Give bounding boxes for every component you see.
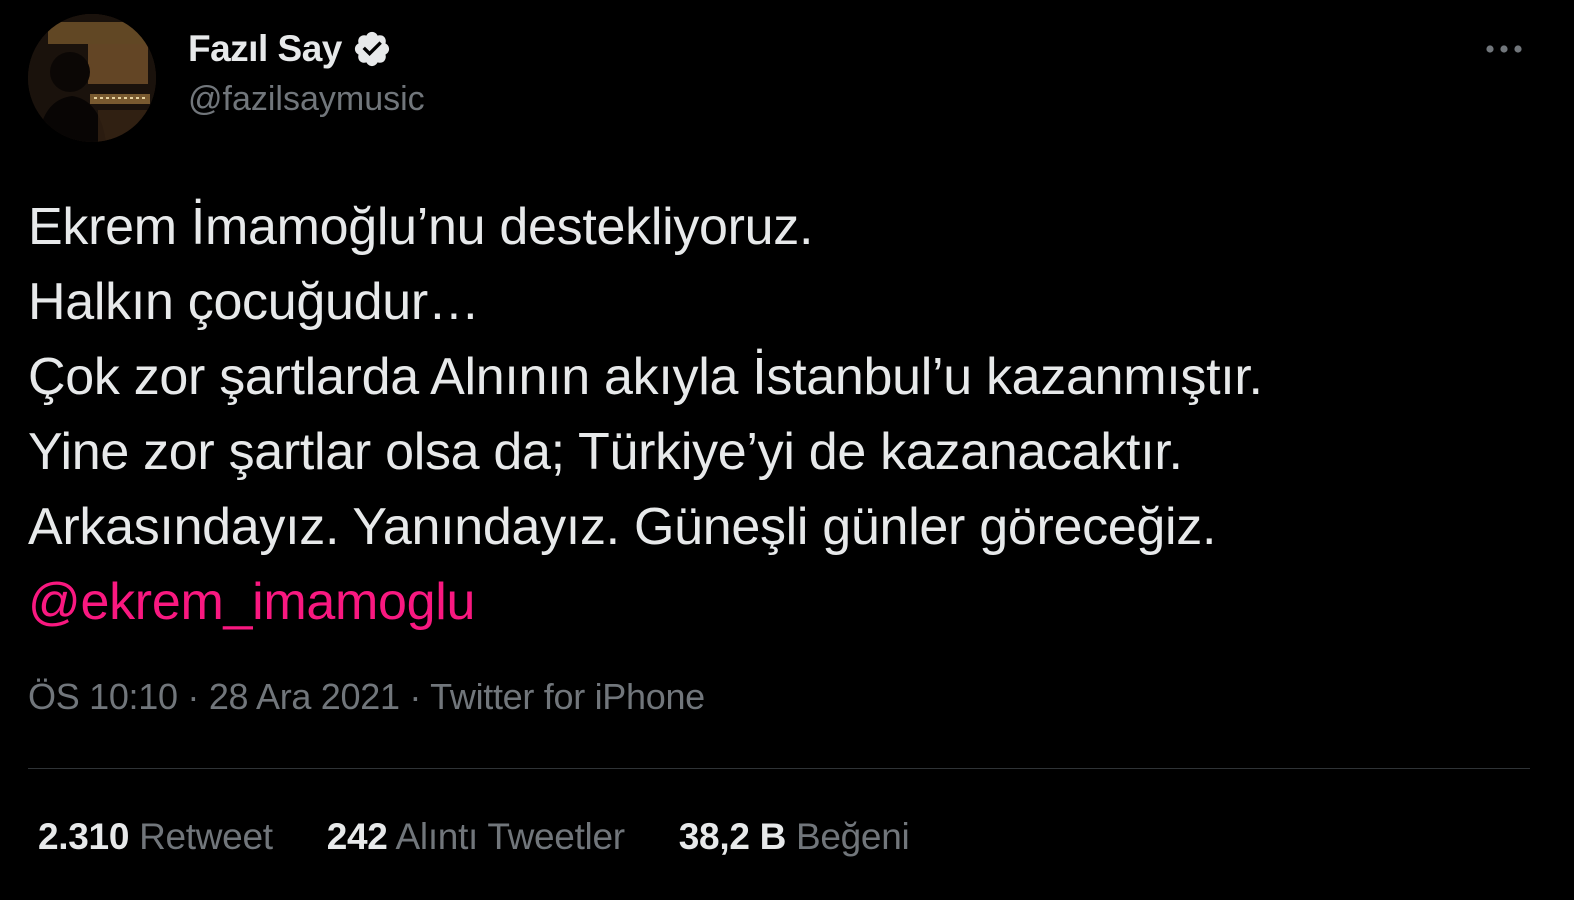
tweet-line: Arkasındayız. Yanındayız. Güneşli günler… bbox=[28, 498, 1217, 556]
quote-count: 242 bbox=[326, 816, 388, 857]
profile-photo-icon bbox=[28, 14, 156, 142]
tweet-line: Yine zor şartlar olsa da; Türkiye’yi de … bbox=[28, 423, 1183, 481]
tweet-line: Çok zor şartlarda Alnının akıyla İstanbu… bbox=[28, 348, 1263, 406]
tweet-source[interactable]: Twitter for iPhone bbox=[430, 676, 705, 717]
tweet-text: Ekrem İmamoğlu’nu destekliyoruz. Halkın … bbox=[28, 190, 1548, 640]
avatar[interactable] bbox=[28, 14, 156, 142]
tweet-card: Fazıl Say @fazilsaymusic Ekrem İmamoğlu’… bbox=[0, 0, 1574, 900]
mention-link[interactable]: @ekrem_imamoglu bbox=[28, 565, 1548, 640]
like-count-link[interactable]: 38,2 B Beğeni bbox=[679, 816, 910, 858]
more-options-icon[interactable] bbox=[1478, 34, 1530, 64]
meta-separator: · bbox=[187, 676, 200, 717]
retweet-count: 2.310 bbox=[38, 816, 130, 857]
retweet-count-link[interactable]: 2.310 Retweet bbox=[38, 816, 273, 858]
tweet-line: Ekrem İmamoğlu’nu destekliyoruz. bbox=[28, 198, 814, 256]
quote-label: Alıntı Tweetler bbox=[395, 816, 626, 857]
verified-badge-icon bbox=[352, 29, 392, 69]
like-count: 38,2 B bbox=[678, 816, 787, 857]
retweet-label: Retweet bbox=[139, 816, 273, 857]
divider bbox=[28, 768, 1530, 769]
display-name[interactable]: Fazıl Say bbox=[188, 28, 342, 70]
author-handle[interactable]: @fazilsaymusic bbox=[188, 80, 425, 119]
quote-count-link[interactable]: 242 Alıntı Tweetler bbox=[327, 816, 625, 858]
tweet-metadata: ÖS 10:10 · 28 Ara 2021 · Twitter for iPh… bbox=[28, 676, 705, 718]
tweet-line: Halkın çocuğudur… bbox=[28, 273, 480, 331]
engagement-stats: 2.310 Retweet 242 Alıntı Tweetler 38,2 B… bbox=[38, 816, 910, 858]
like-label: Beğeni bbox=[795, 816, 910, 857]
tweet-date[interactable]: 28 Ara 2021 bbox=[209, 676, 400, 717]
author-name-row: Fazıl Say bbox=[188, 26, 392, 72]
tweet-time[interactable]: ÖS 10:10 bbox=[28, 676, 178, 717]
meta-separator: · bbox=[409, 676, 422, 717]
